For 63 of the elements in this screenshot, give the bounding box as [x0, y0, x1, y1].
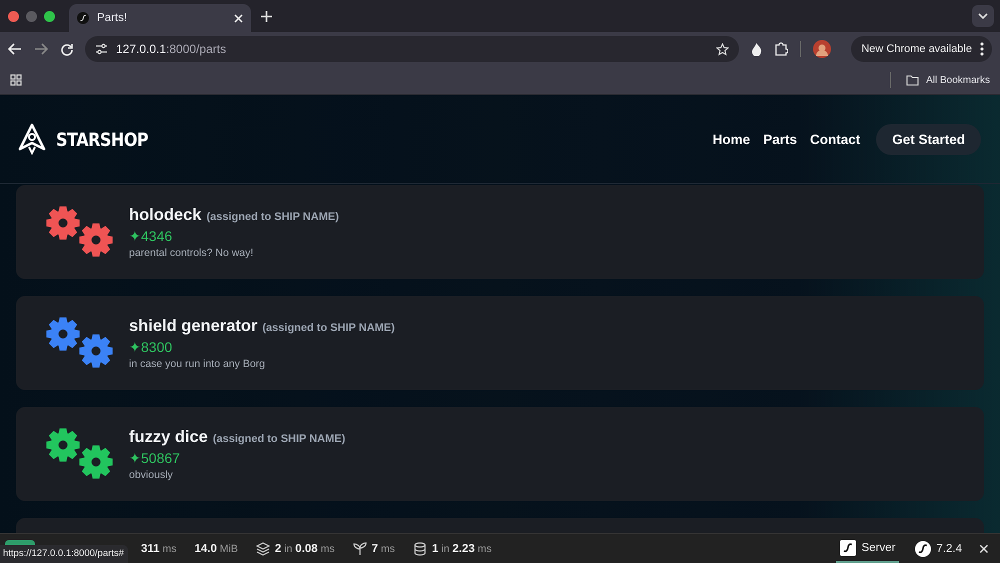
apps-button[interactable] [10, 74, 22, 86]
toolbar-metric[interactable]: 7 ms [372, 542, 395, 554]
extensions-icon [774, 42, 788, 56]
extensions-button[interactable] [774, 42, 788, 56]
toolbar-metric[interactable]: 1 in 2.23 ms [432, 542, 492, 554]
site-settings-icon [95, 43, 108, 55]
part-price: ✦8300 [129, 338, 174, 354]
nav-link[interactable]: Parts [763, 132, 797, 146]
reload-icon [60, 42, 73, 56]
logo-icon [840, 540, 856, 556]
close-icon [234, 14, 243, 22]
forward-icon [34, 43, 48, 55]
memory-usage[interactable]: 14.0 MiB [194, 542, 238, 554]
apps-icon [10, 74, 22, 86]
server-tab[interactable]: Server [836, 534, 900, 563]
folder-icon [906, 74, 920, 86]
link-tooltip: https://127.0.0.1:8000/parts# [0, 545, 128, 563]
chevron-down-icon [978, 13, 988, 19]
address-bar[interactable]: 127.0.0.1:8000/parts [85, 36, 739, 62]
assigned-ship: (assigned to SHIP NAME) [262, 322, 395, 334]
rocket-icon [18, 123, 46, 155]
more-icon [980, 42, 984, 56]
part-price: ✦50867 [129, 450, 181, 466]
part-description: in case you run into any Borg [129, 358, 266, 370]
database-icon [412, 542, 427, 556]
layers-icon [256, 542, 270, 556]
get-started-button[interactable]: Get Started [876, 124, 981, 154]
part-name: shield generator [129, 316, 258, 336]
part-name: fuzzy dice [129, 428, 208, 446]
site-logo[interactable]: STARSHOP [56, 128, 148, 150]
part-price: ✦4346 [129, 228, 174, 244]
extension-button[interactable] [751, 42, 762, 56]
request-time[interactable]: 311 ms [141, 542, 176, 554]
browser-tab[interactable]: Parts! [69, 4, 251, 32]
nav-link[interactable]: Home [712, 132, 750, 146]
extension-icon [751, 42, 762, 56]
reload-button[interactable] [60, 42, 73, 56]
back-button[interactable] [8, 43, 22, 55]
part-description: parental controls? No way! [129, 246, 254, 258]
assigned-ship: (assigned to SHIP NAME) [212, 432, 346, 444]
back-icon [8, 43, 22, 55]
forward-button[interactable] [34, 43, 48, 55]
version-info[interactable]: 7.2.4 [915, 540, 962, 556]
assigned-ship: (assigned to SHIP NAME) [206, 210, 339, 222]
zoom-window-button[interactable] [44, 10, 55, 22]
bookmarks-folder[interactable]: All Bookmarks [906, 74, 990, 86]
logo-icon [915, 540, 932, 556]
part-name: holodeck [129, 206, 202, 224]
favicon-icon [77, 12, 89, 24]
close-toolbar-button[interactable]: ✕ [978, 540, 990, 556]
star-icon [716, 42, 729, 56]
profile-avatar-icon [813, 40, 831, 58]
status-badge[interactable] [5, 540, 35, 545]
url-text: 127.0.0.1:8000/parts [116, 42, 228, 56]
update-button[interactable]: New Chrome available [851, 36, 992, 62]
sprout-icon [352, 542, 367, 556]
profile-avatar-button[interactable] [813, 40, 831, 58]
part-description: obviously [129, 468, 174, 480]
tab-search-button[interactable] [972, 5, 994, 27]
toolbar-metric[interactable]: 2 in 0.08 ms [274, 542, 335, 554]
close-window-button[interactable] [8, 10, 19, 22]
plus-icon [261, 11, 272, 22]
nav-link[interactable]: Contact [810, 132, 860, 146]
